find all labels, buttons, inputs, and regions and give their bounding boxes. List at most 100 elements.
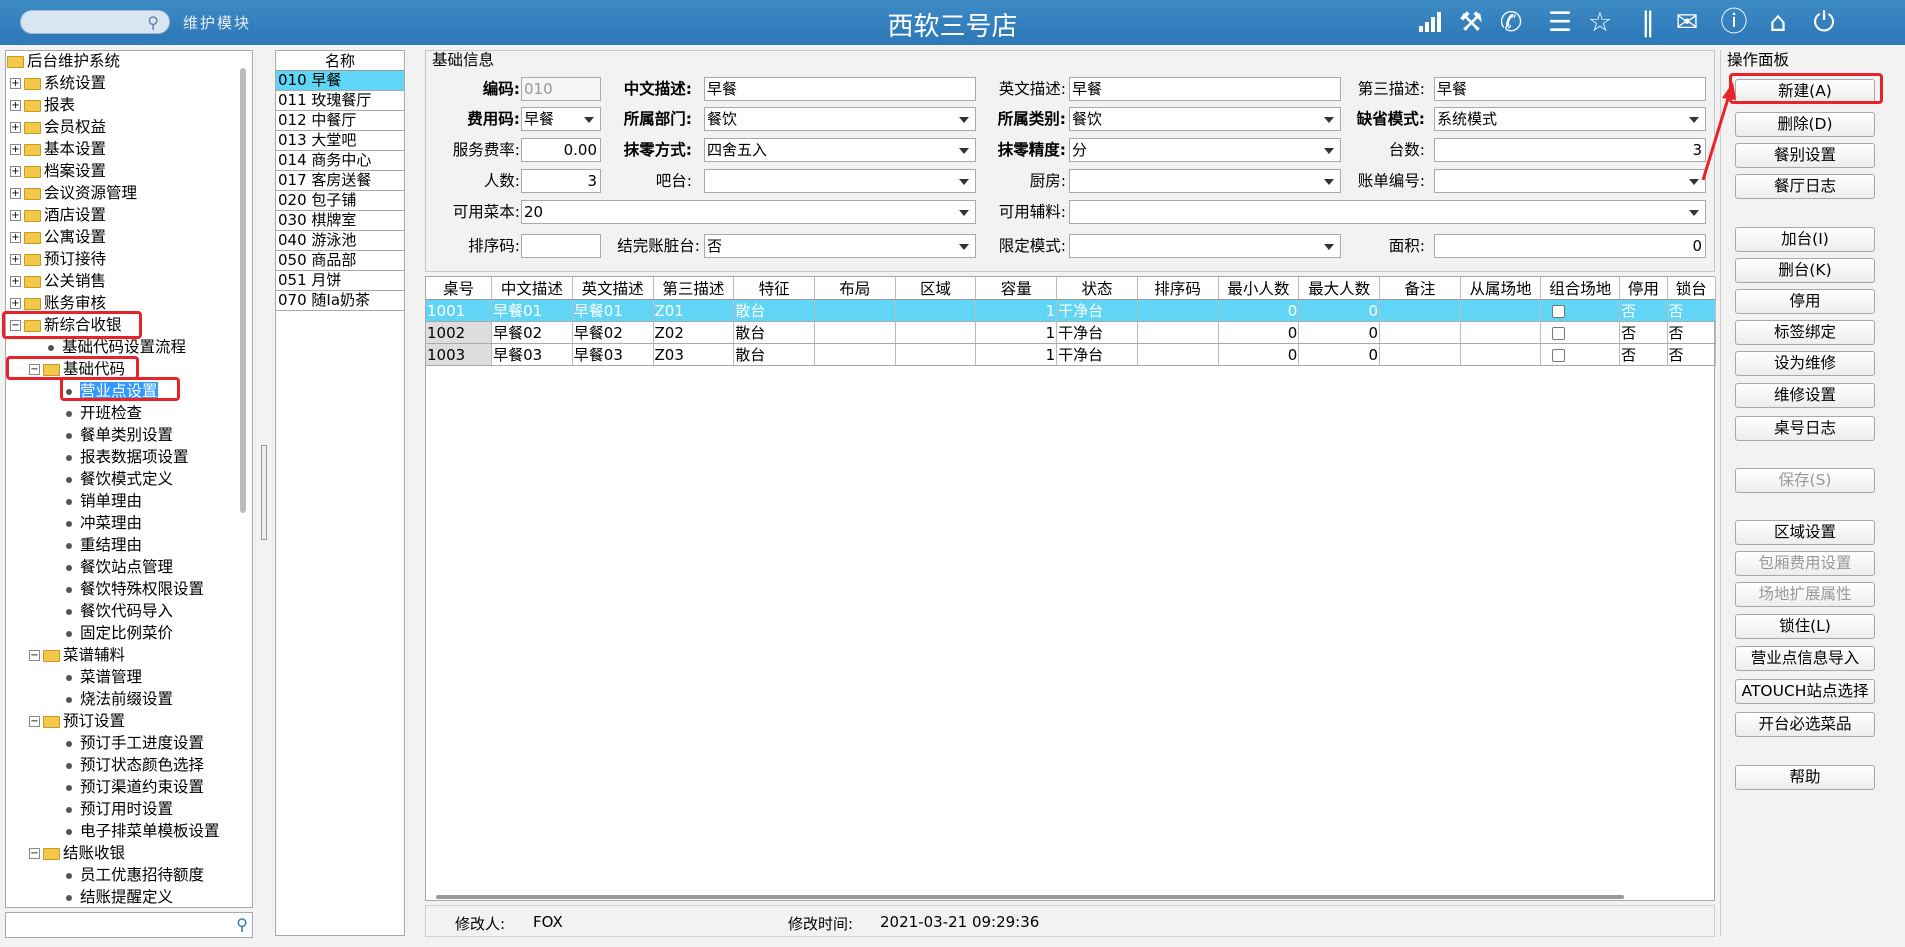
- cell[interactable]: [1137, 321, 1219, 344]
- help-icon[interactable]: ⓘ: [1717, 6, 1751, 40]
- column-header[interactable]: 第三描述: [653, 277, 735, 300]
- precision-select[interactable]: 分: [1069, 138, 1341, 162]
- expand-icon[interactable]: +: [10, 78, 21, 89]
- menu-icon[interactable]: ☰: [1543, 6, 1577, 40]
- cell[interactable]: [814, 321, 896, 344]
- splitter-handle[interactable]: [261, 445, 267, 540]
- combine-checkbox[interactable]: [1552, 348, 1566, 362]
- column-header[interactable]: 中文描述: [491, 277, 573, 300]
- bill-no-select[interactable]: [1434, 169, 1706, 193]
- sort-field[interactable]: [521, 234, 601, 258]
- cell[interactable]: [1460, 343, 1542, 366]
- grid-horizontal-scrollbar[interactable]: [436, 895, 1624, 899]
- column-header[interactable]: 桌号: [426, 277, 493, 300]
- column-header[interactable]: 特征: [733, 277, 815, 300]
- list-item[interactable]: 050 商品部: [276, 251, 404, 271]
- tree-item-base-flow[interactable]: 基础代码设置流程: [48, 336, 186, 358]
- cell[interactable]: 散台: [733, 343, 815, 366]
- cell[interactable]: 干净台: [1056, 321, 1138, 344]
- en-desc-field[interactable]: 早餐: [1069, 77, 1341, 101]
- tables-field[interactable]: 3: [1434, 138, 1706, 162]
- tree-item-booking[interactable]: + 预订接待: [10, 248, 106, 270]
- combine-checkbox[interactable]: [1552, 326, 1566, 340]
- kitchen-select[interactable]: [1069, 169, 1341, 193]
- cell[interactable]: Z03: [653, 343, 735, 366]
- cell[interactable]: [895, 343, 977, 366]
- expand-icon[interactable]: +: [10, 122, 21, 133]
- mail-icon[interactable]: ✉: [1670, 6, 1704, 40]
- table-log-button[interactable]: 桌号日志: [1735, 416, 1875, 441]
- cell[interactable]: 早餐02: [572, 321, 654, 344]
- tree-item-basic-settings[interactable]: + 基本设置: [10, 138, 106, 160]
- tree-item-meeting[interactable]: + 会议资源管理: [10, 182, 137, 204]
- column-header[interactable]: 从属场地: [1460, 277, 1542, 300]
- chevron-down-icon[interactable]: [959, 117, 969, 123]
- tools-icon[interactable]: ⚒: [1454, 6, 1488, 40]
- tree-leaf[interactable]: 员工优惠招待额度: [66, 864, 204, 886]
- cell[interactable]: [1379, 299, 1461, 322]
- cell[interactable]: 0: [1218, 343, 1300, 366]
- tree-item-sales[interactable]: + 公关销售: [10, 270, 106, 292]
- list-item[interactable]: 017 客房送餐: [276, 171, 404, 191]
- atouch-site-button[interactable]: ATOUCH站点选择: [1735, 679, 1875, 704]
- search-icon[interactable]: ⚲: [236, 915, 248, 934]
- tree-leaf[interactable]: 固定比例菜价: [66, 622, 173, 644]
- tree-leaf[interactable]: 餐饮模式定义: [66, 468, 173, 490]
- column-header[interactable]: 区域: [895, 277, 977, 300]
- column-header[interactable]: 布局: [814, 277, 896, 300]
- column-header[interactable]: 备注: [1379, 277, 1461, 300]
- tree-item-checkout[interactable]: − 结账收银: [29, 842, 125, 864]
- cell[interactable]: 否: [1667, 343, 1717, 366]
- tree-leaf[interactable]: 餐饮特殊权限设置: [66, 578, 204, 600]
- tree-root[interactable]: 后台维护系统: [7, 50, 120, 72]
- expand-icon[interactable]: +: [10, 188, 21, 199]
- cell[interactable]: 1: [975, 343, 1058, 366]
- column-header[interactable]: 排序码: [1137, 277, 1219, 300]
- cell[interactable]: 早餐02: [491, 321, 573, 344]
- collapse-icon[interactable]: −: [29, 650, 40, 661]
- column-header[interactable]: 状态: [1056, 277, 1138, 300]
- delete-button[interactable]: 删除(D): [1735, 112, 1875, 137]
- cell[interactable]: 1001: [426, 299, 493, 322]
- repair-settings-button[interactable]: 维修设置: [1735, 383, 1875, 408]
- chevron-down-icon[interactable]: [1689, 210, 1699, 216]
- cell[interactable]: [1460, 299, 1542, 322]
- list-item[interactable]: 011 玫瑰餐厅: [276, 91, 404, 111]
- expand-icon[interactable]: +: [10, 276, 21, 287]
- delete-table-button[interactable]: 删台(K): [1735, 258, 1875, 283]
- cell[interactable]: 0: [1218, 321, 1300, 344]
- meal-type-settings-button[interactable]: 餐别设置: [1735, 143, 1875, 168]
- cell[interactable]: [1137, 343, 1219, 366]
- tree-item-booking-settings[interactable]: − 预订设置: [29, 710, 125, 732]
- cell[interactable]: 0: [1298, 321, 1380, 344]
- tree-leaf[interactable]: 结账提醒定义: [66, 886, 173, 908]
- bar-select[interactable]: [704, 169, 976, 193]
- column-header[interactable]: 最小人数: [1218, 277, 1300, 300]
- column-header[interactable]: 停用: [1619, 277, 1668, 300]
- list-item[interactable]: 051 月饼: [276, 271, 404, 291]
- cell[interactable]: 1003: [426, 343, 493, 366]
- tree-leaf[interactable]: 预订渠道约束设置: [66, 776, 204, 798]
- tree-leaf[interactable]: 报表数据项设置: [66, 446, 189, 468]
- lock-button[interactable]: 锁住(L): [1735, 614, 1875, 639]
- third-desc-field[interactable]: 早餐: [1434, 77, 1706, 101]
- rounding-select[interactable]: 四舍五入: [704, 138, 976, 162]
- expand-icon[interactable]: +: [10, 144, 21, 155]
- tree-item-reports[interactable]: + 报表: [10, 94, 75, 116]
- cell[interactable]: [1379, 321, 1461, 344]
- chevron-down-icon[interactable]: [1689, 117, 1699, 123]
- tag-bind-button[interactable]: 标签绑定: [1735, 320, 1875, 345]
- columns-icon[interactable]: ‖: [1631, 6, 1665, 40]
- dept-select[interactable]: 餐饮: [704, 107, 976, 131]
- chevron-down-icon[interactable]: [1689, 179, 1699, 185]
- column-header[interactable]: 最大人数: [1298, 277, 1380, 300]
- tree-leaf[interactable]: 重结理由: [66, 534, 142, 556]
- default-mode-select[interactable]: 系统模式: [1434, 107, 1706, 131]
- venue-ext-attr-button[interactable]: 场地扩展属性: [1735, 582, 1875, 607]
- area-settings-button[interactable]: 区域设置: [1735, 520, 1875, 545]
- list-item[interactable]: 012 中餐厅: [276, 111, 404, 131]
- chevron-down-icon[interactable]: [959, 210, 969, 216]
- cell[interactable]: 0: [1298, 343, 1380, 366]
- list-item[interactable]: 040 游泳池: [276, 231, 404, 251]
- cell[interactable]: [814, 343, 896, 366]
